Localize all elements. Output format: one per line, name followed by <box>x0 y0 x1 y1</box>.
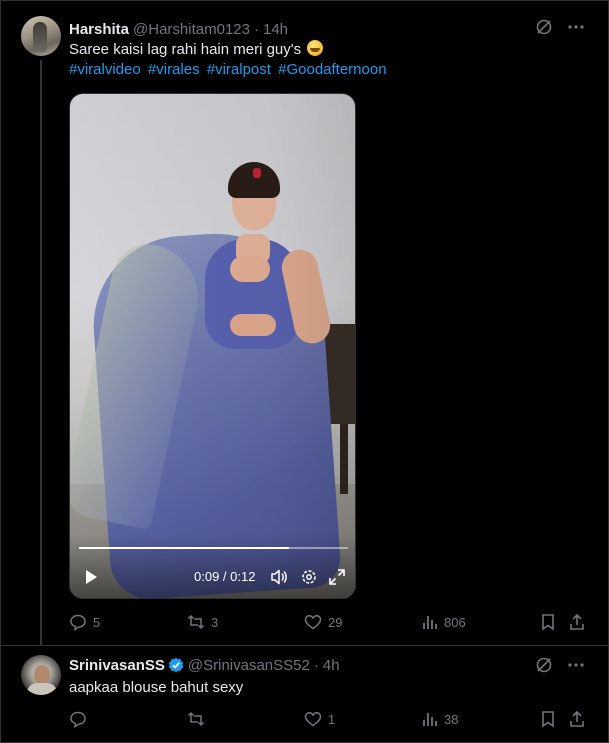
video-progress-fill <box>79 547 289 549</box>
post-text-line: Saree kaisi lag rahi hain meri guy's <box>69 40 324 60</box>
separator-dot: · <box>253 20 259 38</box>
hashtag[interactable]: #Goodafternoon <box>278 61 386 78</box>
bookmark-button[interactable] <box>540 710 556 728</box>
reply-top-icons <box>535 656 585 674</box>
play-icon[interactable] <box>84 569 98 590</box>
more-icon[interactable] <box>567 18 585 36</box>
post-header: Harshita @Harshitam0123 · 14h <box>69 19 288 39</box>
views-icon <box>423 713 437 726</box>
grok-icon[interactable] <box>535 18 553 36</box>
settings-icon[interactable] <box>300 568 318 591</box>
like-button[interactable]: 1 <box>304 710 335 728</box>
like-count: 29 <box>328 614 343 630</box>
post-top-icons <box>535 18 585 36</box>
video-time: 0:09 / 0:12 <box>194 569 256 584</box>
share-button[interactable] <box>568 613 586 631</box>
reply-author-avatar[interactable] <box>21 655 61 695</box>
hashtags: #viralvideo #virales #viralpost #Goodaft… <box>69 61 390 78</box>
like-count: 1 <box>328 711 336 727</box>
share-icon <box>570 613 584 630</box>
reply-icon <box>70 614 86 631</box>
hashtag[interactable]: #viralvideo <box>69 61 141 78</box>
grok-icon[interactable] <box>535 656 553 674</box>
share-button[interactable] <box>568 710 586 728</box>
bookmark-button[interactable] <box>540 613 556 631</box>
reply-post[interactable]: SrinivasanSS @SrinivasanSS52 · 4h aapkaa… <box>0 646 609 743</box>
reply-button[interactable] <box>69 710 93 728</box>
video-progress-bar[interactable] <box>79 547 348 549</box>
reply-author-name[interactable]: SrinivasanSS <box>69 657 165 674</box>
reply-button[interactable]: 5 <box>69 613 100 631</box>
verified-icon <box>168 657 184 673</box>
bookmark-icon <box>542 711 554 728</box>
views-count: 806 <box>444 614 466 630</box>
views-icon <box>423 616 437 629</box>
views-count: 38 <box>444 711 459 727</box>
reply-icon <box>70 711 86 728</box>
reply-time[interactable]: 4h <box>323 657 340 674</box>
fullscreen-icon[interactable] <box>328 568 346 591</box>
reply-actions: 1 38 <box>69 709 589 729</box>
grinning-emoji-icon <box>307 40 324 56</box>
more-icon[interactable] <box>567 656 585 674</box>
views-button[interactable]: 806 <box>422 614 466 630</box>
reply-text: aapkaa blouse bahut sexy <box>69 679 244 696</box>
views-button[interactable]: 38 <box>422 711 458 727</box>
video-player[interactable]: 0:09 / 0:12 <box>69 93 356 599</box>
like-button[interactable]: 29 <box>304 613 342 631</box>
reply-header: SrinivasanSS @SrinivasanSS52 · 4h <box>69 655 340 675</box>
repost-button[interactable] <box>187 710 211 728</box>
repost-icon <box>187 614 205 630</box>
author-name[interactable]: Harshita <box>69 21 129 38</box>
like-icon <box>304 712 322 727</box>
share-icon <box>570 710 584 727</box>
main-post[interactable]: Harshita @Harshitam0123 · 14h Saree kais… <box>0 0 609 645</box>
hashtag[interactable]: #viralpost <box>207 61 271 78</box>
author-handle[interactable]: @Harshitam0123 <box>133 21 250 38</box>
volume-icon[interactable] <box>270 568 288 591</box>
post-text: Saree kaisi lag rahi hain meri guy's <box>69 41 302 58</box>
video-shading <box>70 94 355 598</box>
post-time[interactable]: 14h <box>263 21 288 38</box>
bookmark-icon <box>542 614 554 631</box>
author-avatar[interactable] <box>21 16 61 56</box>
separator-dot: · <box>313 656 319 674</box>
repost-icon <box>187 711 205 727</box>
repost-count: 3 <box>211 614 219 630</box>
hashtag[interactable]: #virales <box>148 61 200 78</box>
reply-author-handle[interactable]: @SrinivasanSS52 <box>188 657 310 674</box>
like-icon <box>304 615 322 630</box>
repost-button[interactable]: 3 <box>187 613 218 631</box>
post-actions: 5 3 29 806 <box>69 612 589 632</box>
reply-count: 5 <box>93 614 101 630</box>
